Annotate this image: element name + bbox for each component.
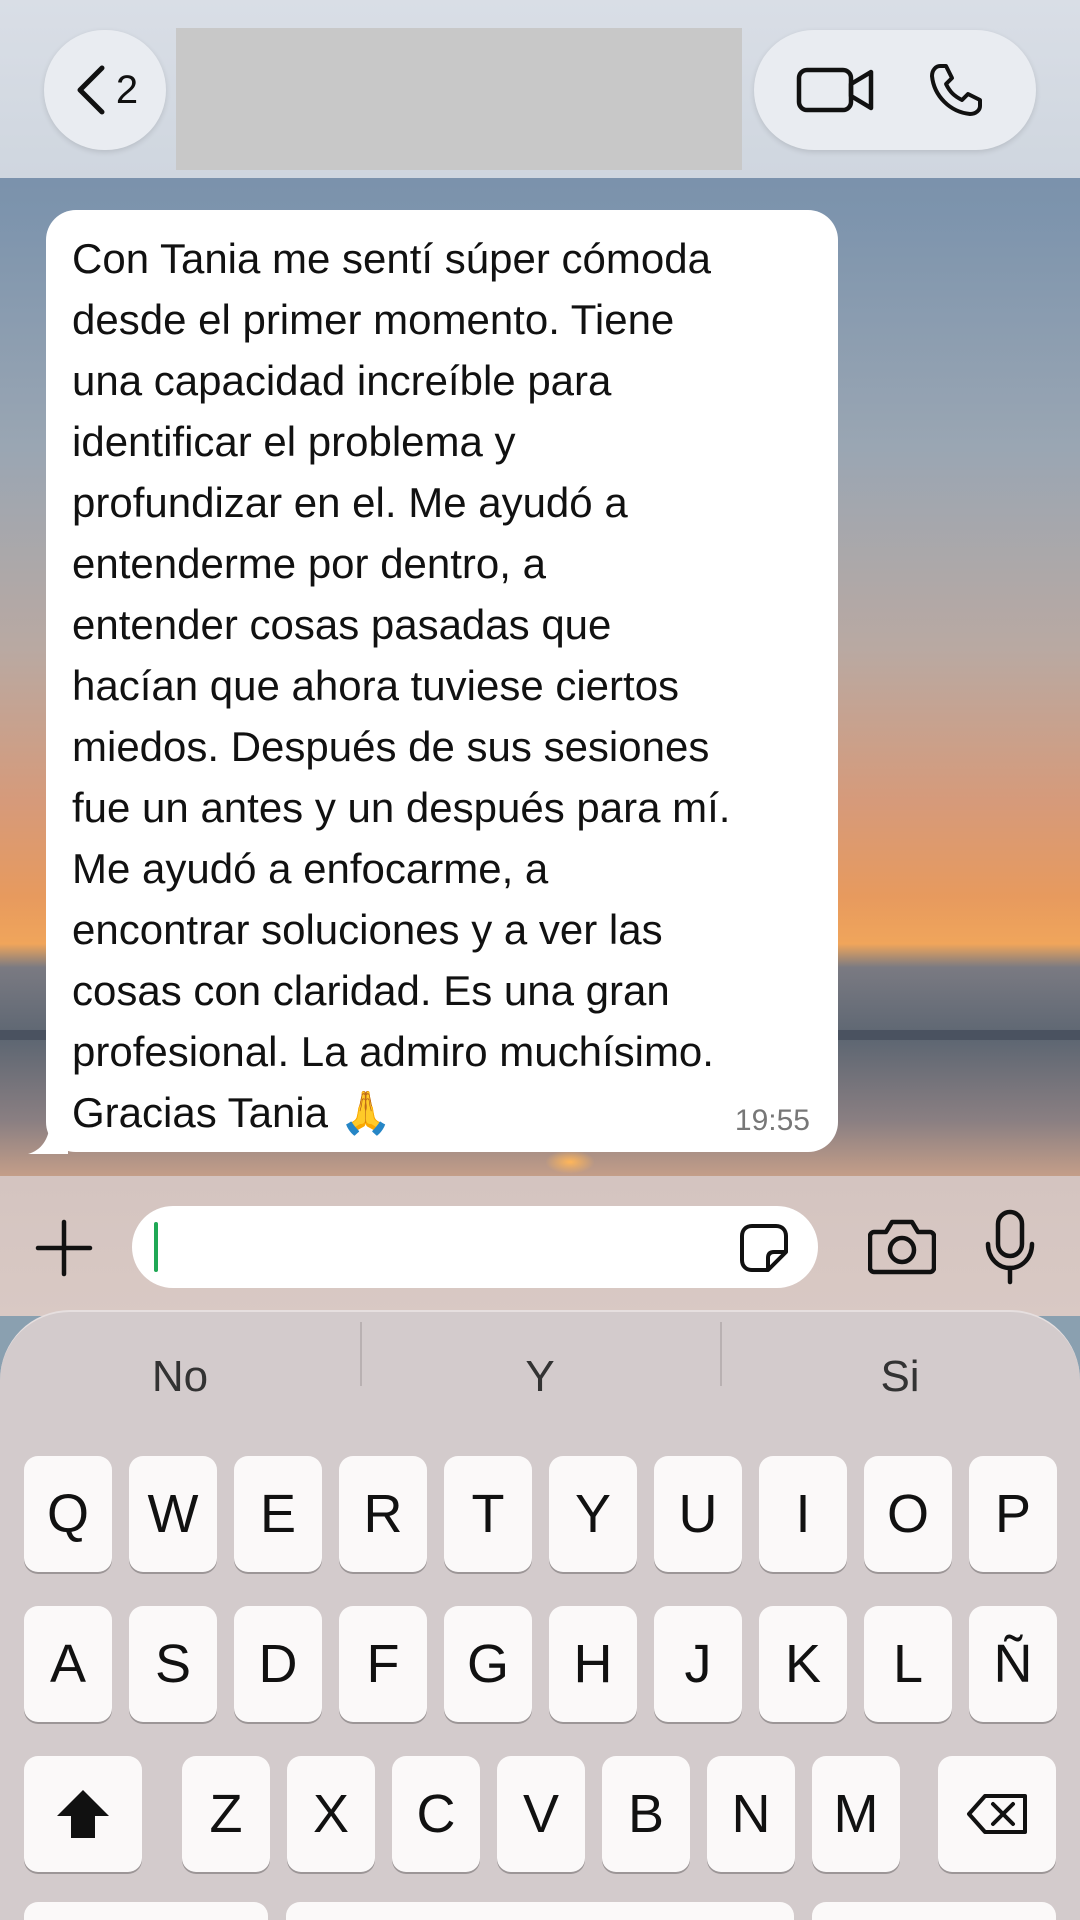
- key-p[interactable]: P: [969, 1456, 1057, 1572]
- keyboard: No Y Si Q W E R T Y U I O P A S D F G H …: [0, 1310, 1080, 1920]
- camera-icon[interactable]: [868, 1216, 936, 1276]
- plus-icon[interactable]: [34, 1218, 94, 1278]
- key-u[interactable]: U: [654, 1456, 742, 1572]
- contact-info-redacted[interactable]: [176, 28, 742, 170]
- suggestion-bar: No Y Si: [0, 1312, 1080, 1442]
- key-k[interactable]: K: [759, 1606, 847, 1722]
- chat-header: 2: [0, 0, 1080, 178]
- unread-count: 2: [115, 67, 139, 112]
- key-b[interactable]: B: [602, 1756, 690, 1872]
- key-z[interactable]: Z: [182, 1756, 270, 1872]
- numbers-key[interactable]: [24, 1902, 268, 1920]
- key-c[interactable]: C: [392, 1756, 480, 1872]
- message-text: Con Tania me sentí súper cómoda desde el…: [72, 235, 731, 1136]
- message-bubble[interactable]: Con Tania me sentí súper cómoda desde el…: [46, 210, 838, 1152]
- shift-arrow-icon: [57, 1790, 109, 1838]
- key-n[interactable]: N: [707, 1756, 795, 1872]
- phone-icon[interactable]: [916, 60, 996, 120]
- video-camera-icon[interactable]: [795, 60, 875, 120]
- key-y[interactable]: Y: [549, 1456, 637, 1572]
- back-button[interactable]: 2: [44, 30, 166, 150]
- key-i[interactable]: I: [759, 1456, 847, 1572]
- text-caret: [154, 1222, 158, 1272]
- backspace-icon: [967, 1794, 1027, 1834]
- key-d[interactable]: D: [234, 1606, 322, 1722]
- delete-key[interactable]: [938, 1756, 1056, 1872]
- key-g[interactable]: G: [444, 1606, 532, 1722]
- key-t[interactable]: T: [444, 1456, 532, 1572]
- key-r[interactable]: R: [339, 1456, 427, 1572]
- suggestion-item[interactable]: No: [0, 1352, 360, 1402]
- suggestion-item[interactable]: Si: [720, 1322, 1080, 1402]
- message-timestamp: 19:55: [734, 1104, 810, 1137]
- composer-bar: [0, 1176, 1080, 1316]
- space-key[interactable]: [286, 1902, 794, 1920]
- message-input[interactable]: [132, 1206, 818, 1288]
- key-q[interactable]: Q: [24, 1456, 112, 1572]
- shift-key[interactable]: [24, 1756, 142, 1872]
- key-enye[interactable]: Ñ: [969, 1606, 1057, 1722]
- microphone-icon[interactable]: [984, 1208, 1036, 1286]
- sticker-icon[interactable]: [738, 1222, 790, 1274]
- key-s[interactable]: S: [129, 1606, 217, 1722]
- return-key[interactable]: [812, 1902, 1056, 1920]
- key-m[interactable]: M: [812, 1756, 900, 1872]
- key-x[interactable]: X: [287, 1756, 375, 1872]
- key-l[interactable]: L: [864, 1606, 952, 1722]
- key-v[interactable]: V: [497, 1756, 585, 1872]
- key-h[interactable]: H: [549, 1606, 637, 1722]
- call-actions: [754, 30, 1036, 150]
- key-a[interactable]: A: [24, 1606, 112, 1722]
- key-e[interactable]: E: [234, 1456, 322, 1572]
- key-w[interactable]: W: [129, 1456, 217, 1572]
- key-j[interactable]: J: [654, 1606, 742, 1722]
- key-o[interactable]: O: [864, 1456, 952, 1572]
- key-f[interactable]: F: [339, 1606, 427, 1722]
- wallpaper-sun: [545, 1150, 595, 1174]
- chevron-left-icon: [77, 65, 105, 115]
- suggestion-item[interactable]: Y: [360, 1322, 720, 1402]
